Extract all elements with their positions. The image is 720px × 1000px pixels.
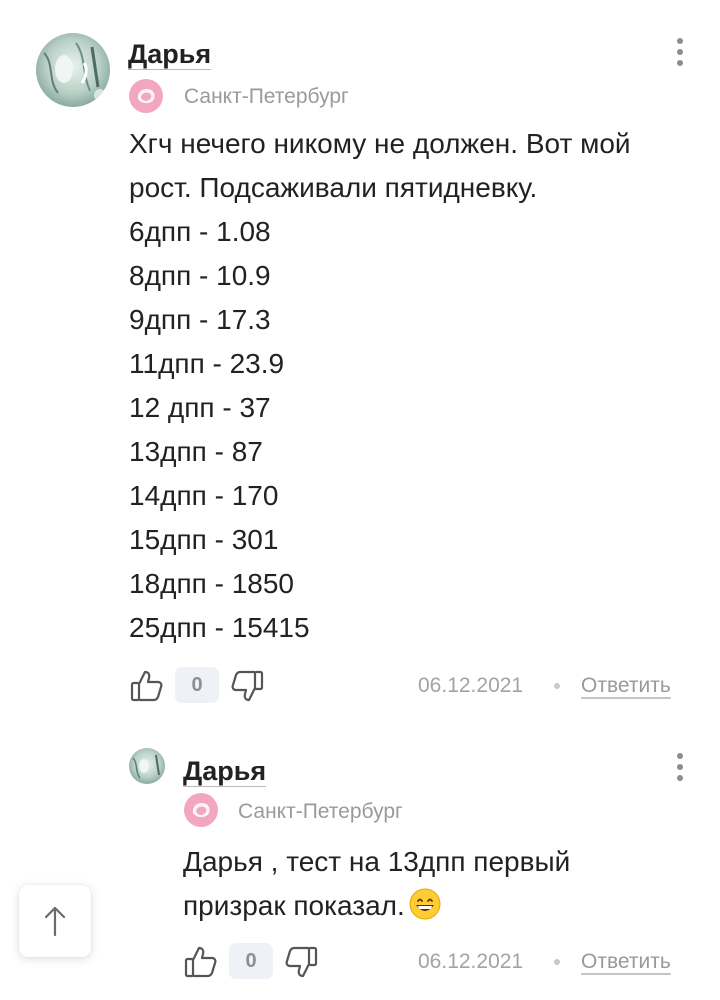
thumbs-up-icon[interactable] bbox=[183, 944, 219, 980]
comment-line: 14дпп - 170 bbox=[129, 480, 279, 511]
comment-line: 18дпп - 1850 bbox=[129, 568, 294, 599]
comment-line: призрак показал. bbox=[183, 884, 683, 928]
thumbs-up-icon[interactable] bbox=[129, 668, 165, 704]
reply-link[interactable]: Ответить bbox=[581, 951, 671, 972]
like-counter: 0 bbox=[175, 667, 219, 703]
comment-line: рост. Подсаживали пятидневку. bbox=[129, 172, 538, 203]
pink-blob-icon bbox=[182, 791, 220, 829]
comment-text: Дарья , тест на 13дпп первый призрак пок… bbox=[183, 840, 683, 928]
separator-dot bbox=[554, 683, 560, 689]
comment-line: Дарья , тест на 13дпп первый bbox=[183, 846, 571, 877]
comments-page: Дарья Санкт-Петербург Хгч нечего никому … bbox=[0, 0, 720, 1000]
comment-line: 11дпп - 23.9 bbox=[129, 348, 285, 379]
comment-line: Хгч нечего никому не должен. Вот мой bbox=[129, 128, 631, 159]
pink-blob-icon bbox=[127, 77, 165, 115]
grinning-face-emoji bbox=[409, 888, 441, 920]
scroll-to-top-button[interactable] bbox=[19, 885, 91, 957]
avatar[interactable] bbox=[36, 33, 110, 107]
author-location: Санкт-Петербург bbox=[238, 800, 403, 823]
more-vertical-icon[interactable] bbox=[675, 37, 685, 67]
avatar[interactable] bbox=[129, 748, 165, 784]
comment-line-text: призрак показал. bbox=[183, 890, 405, 921]
comment-actions: 0 06.12.2021 Ответить bbox=[0, 664, 720, 708]
comment-line: 13дпп - 87 bbox=[129, 436, 263, 467]
reply-link[interactable]: Ответить bbox=[581, 675, 671, 696]
thumbs-down-icon[interactable] bbox=[283, 944, 319, 980]
comment-date: 06.12.2021 bbox=[418, 674, 524, 697]
comment-actions: 0 06.12.2021 Ответить bbox=[0, 940, 720, 984]
comment-line: 25дпп - 15415 bbox=[129, 612, 310, 643]
comment-date: 06.12.2021 bbox=[418, 950, 524, 973]
separator-dot bbox=[554, 959, 560, 965]
comment-line: 6дпп - 1.08 bbox=[129, 216, 271, 247]
comment-line: 12 дпп - 37 bbox=[129, 392, 271, 423]
comment-line: 15дпп - 301 bbox=[129, 524, 279, 555]
author-location: Санкт-Петербург bbox=[184, 85, 349, 108]
comment-line: 9дпп - 17.3 bbox=[129, 304, 271, 335]
comment-line: 8дпп - 10.9 bbox=[129, 260, 271, 291]
more-vertical-icon[interactable] bbox=[675, 752, 685, 782]
author-name[interactable]: Дарья bbox=[128, 41, 211, 68]
arrow-up-icon bbox=[44, 906, 66, 937]
like-counter: 0 bbox=[229, 943, 273, 979]
thumbs-down-icon[interactable] bbox=[229, 668, 265, 704]
author-name[interactable]: Дарья bbox=[183, 758, 266, 785]
comment-text: Хгч нечего никому не должен. Вот мой рос… bbox=[129, 122, 689, 650]
